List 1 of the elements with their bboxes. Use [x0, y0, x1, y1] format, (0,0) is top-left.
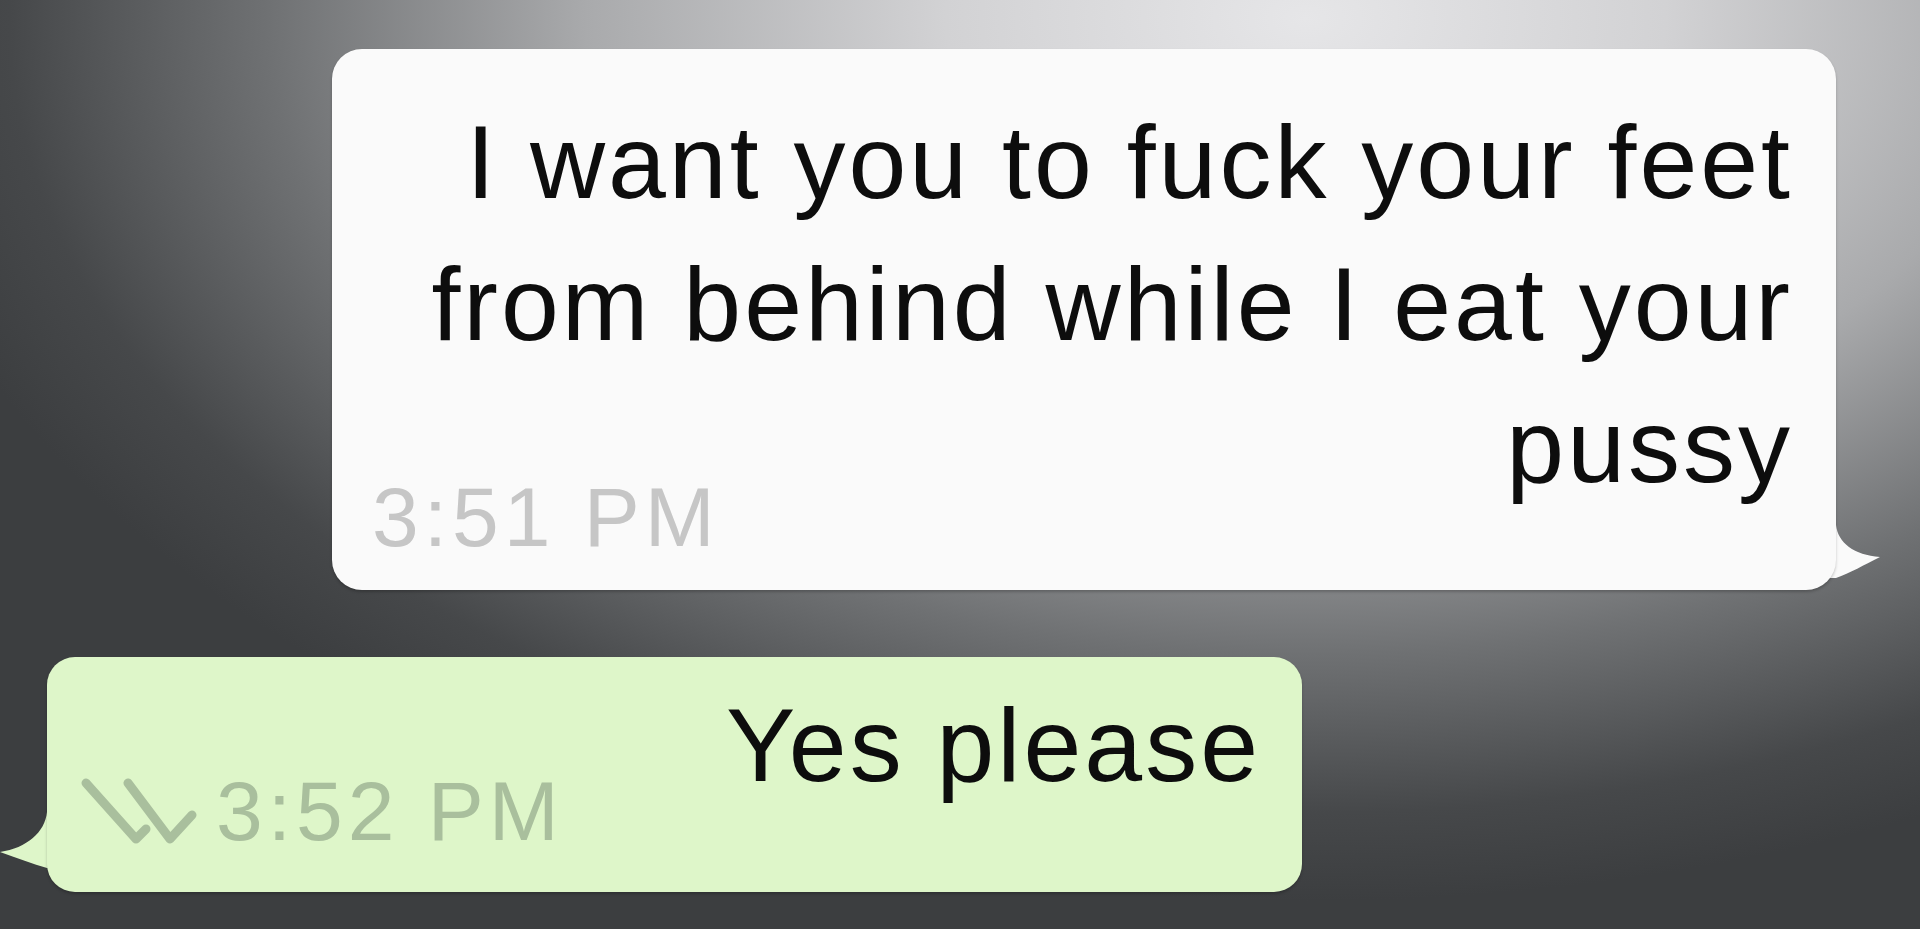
message-text: Yes please	[725, 686, 1261, 805]
